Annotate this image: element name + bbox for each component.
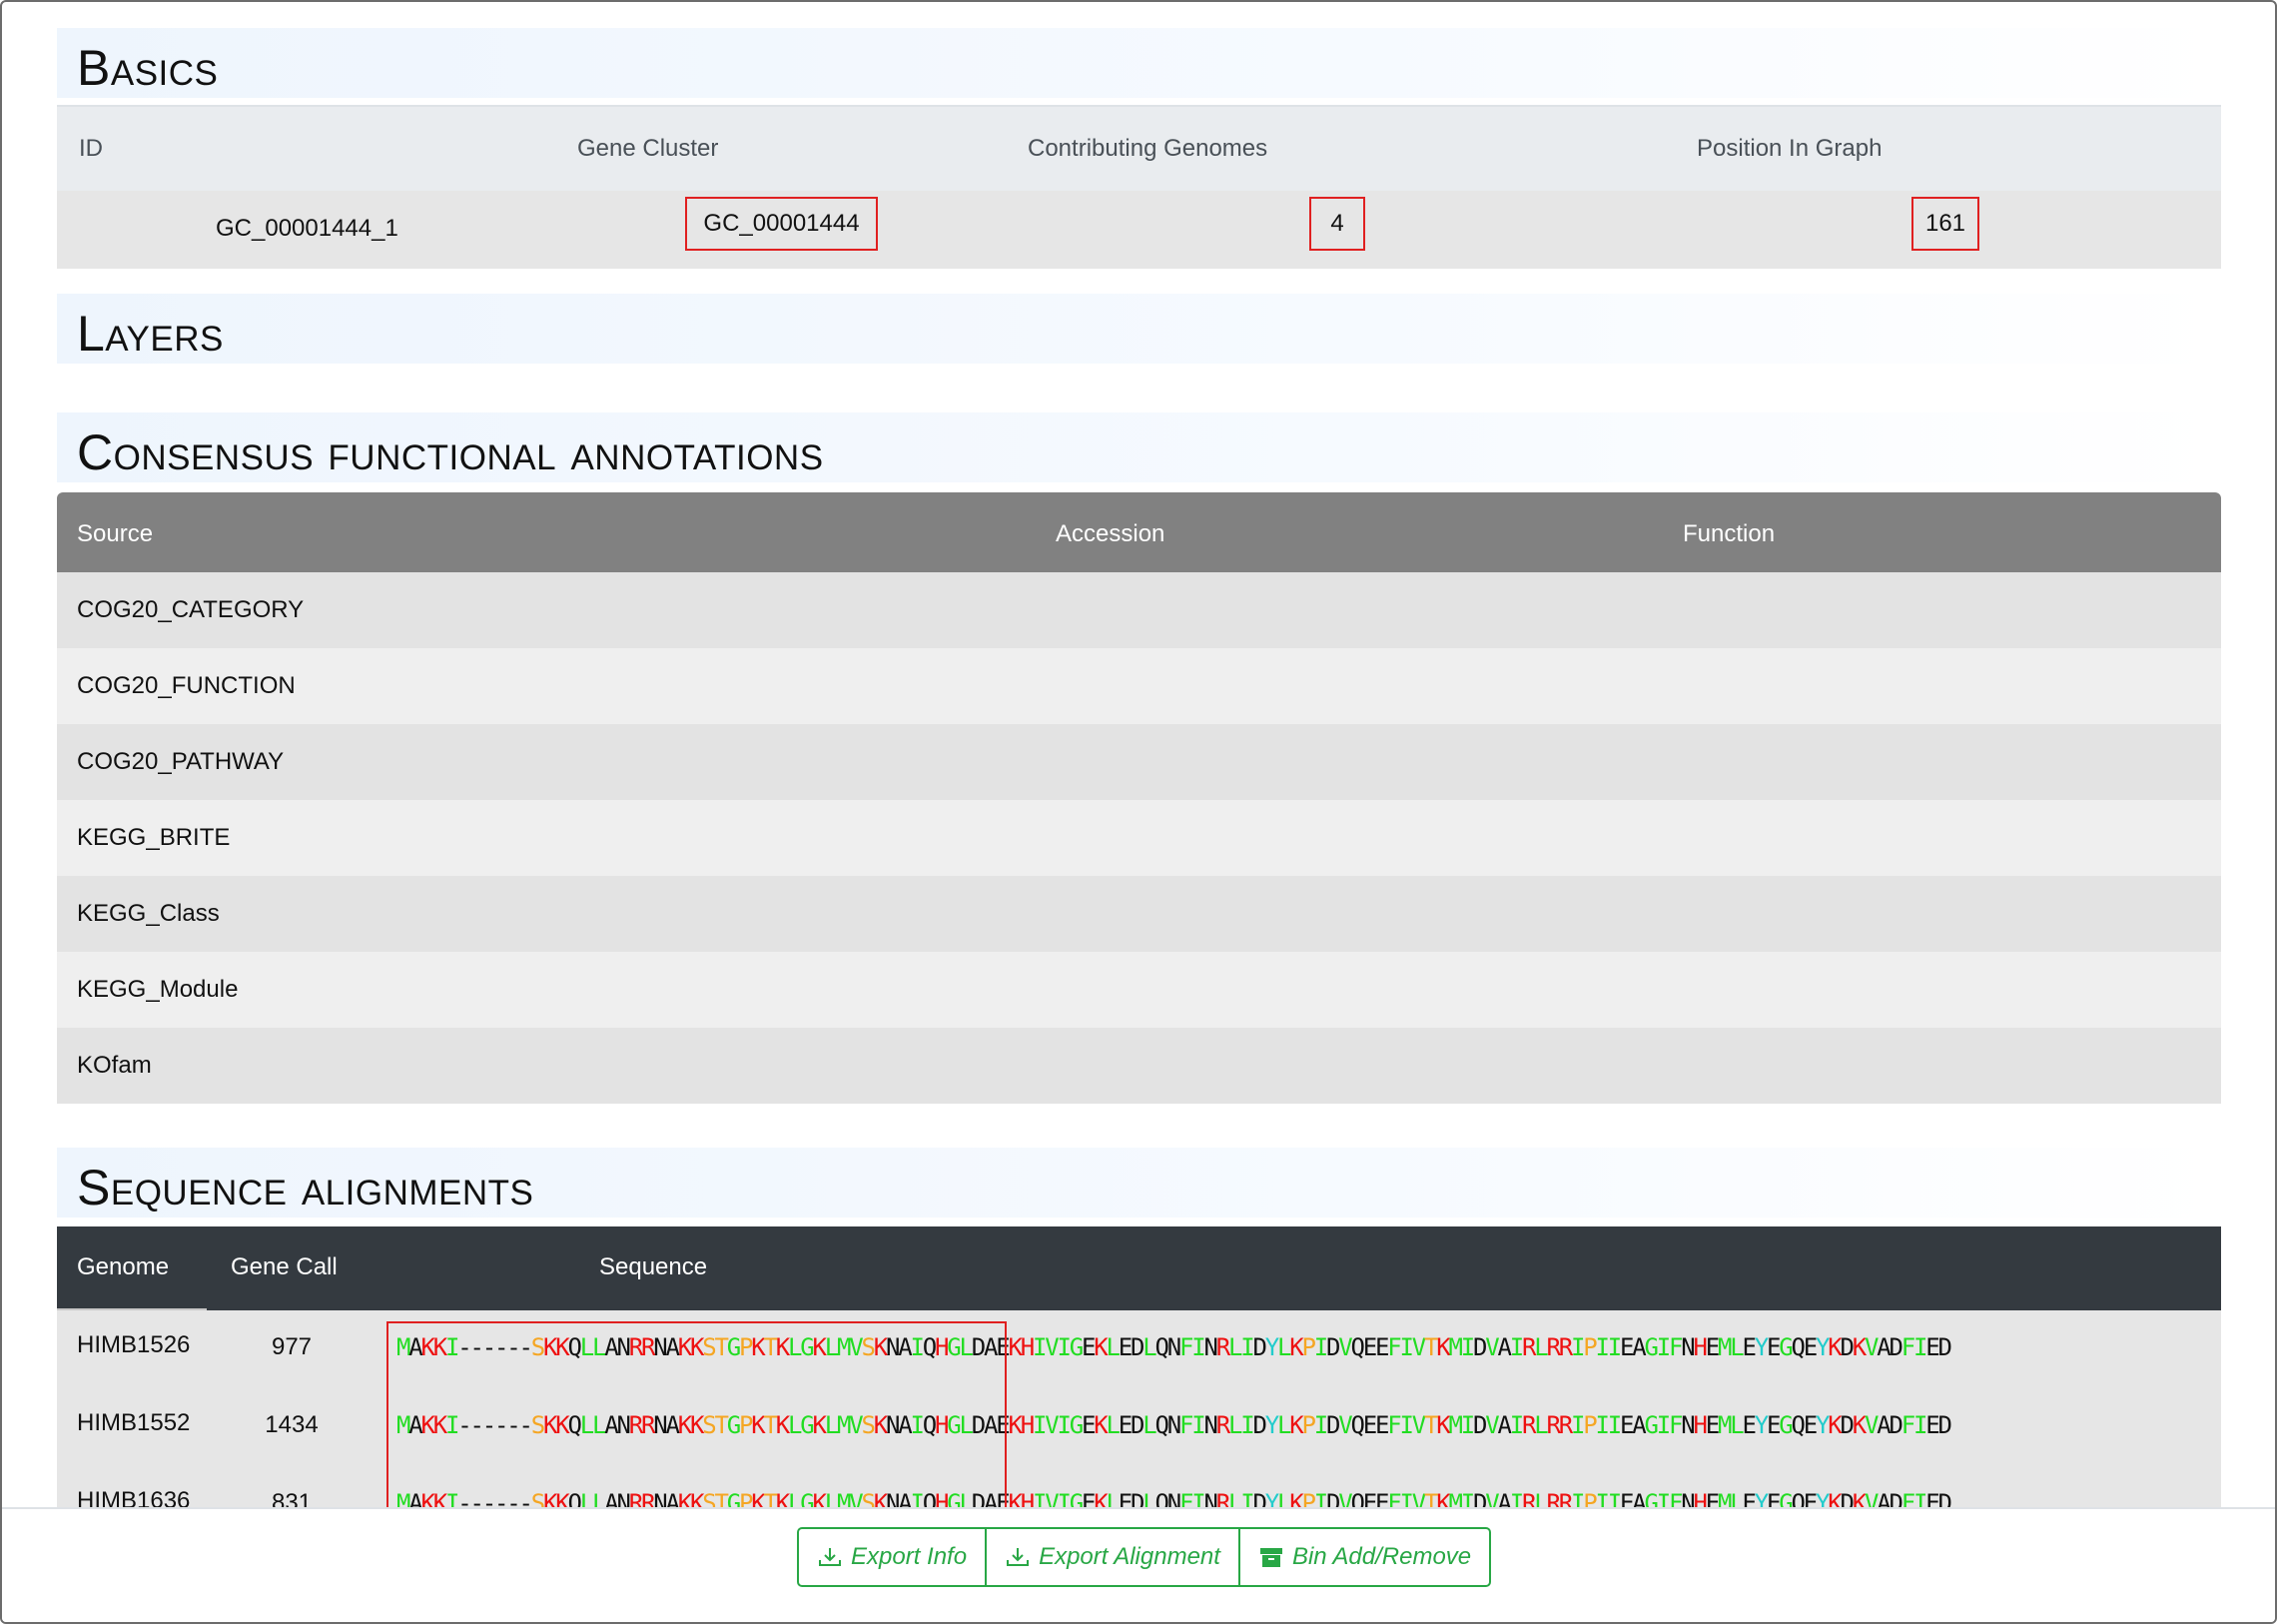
header-accession: Accession bbox=[1056, 520, 1165, 547]
basics-title: Basics bbox=[77, 40, 219, 96]
export-info-label: Export Info bbox=[851, 1543, 968, 1570]
alignments-title: Sequence alignments bbox=[77, 1160, 534, 1216]
consensus-row: KEGG_Class bbox=[57, 876, 2221, 952]
sequence-highlight-box bbox=[386, 1321, 1007, 1507]
gene-cluster-modal: Basics ID Gene Cluster Contributing Geno… bbox=[0, 0, 2277, 1624]
archive-icon bbox=[1259, 1548, 1282, 1567]
consensus-source: COG20_FUNCTION bbox=[77, 672, 296, 699]
bin-add-remove-button[interactable]: Bin Add/Remove bbox=[1237, 1527, 1492, 1587]
consensus-row: KEGG_Module bbox=[57, 952, 2221, 1028]
alignment-gene-call: 1434 bbox=[265, 1411, 319, 1438]
header-gene-cluster: Gene Cluster bbox=[577, 135, 719, 162]
consensus-source: KEGG_Module bbox=[77, 976, 239, 1003]
export-alignment-label: Export Alignment bbox=[1039, 1543, 1220, 1570]
consensus-source: KOfam bbox=[77, 1052, 152, 1079]
layers-section-header: Layers bbox=[57, 294, 2221, 364]
download-icon bbox=[819, 1548, 841, 1566]
alignment-gene-call: 831 bbox=[271, 1489, 313, 1507]
header-function: Function bbox=[1683, 520, 1776, 547]
consensus-source: KEGG_BRITE bbox=[77, 824, 231, 851]
alignment-row: HIMB1526 977 MAKKI------SKKQLLANRRNAKKST… bbox=[57, 1310, 2221, 1388]
consensus-row: KEGG_BRITE bbox=[57, 800, 2221, 876]
modal-footer: Export Info Export Alignment Bin Add/Rem… bbox=[2, 1507, 2275, 1622]
alignment-genome: HIMB1636 bbox=[77, 1487, 191, 1507]
alignment-gene-call: 977 bbox=[271, 1333, 313, 1360]
basics-section-header: Basics bbox=[57, 28, 2221, 98]
footer-button-group: Export Info Export Alignment Bin Add/Rem… bbox=[797, 1527, 1492, 1587]
layers-title: Layers bbox=[77, 306, 224, 362]
basics-header-row: ID Gene Cluster Contributing Genomes Pos… bbox=[57, 105, 2221, 191]
bin-add-remove-label: Bin Add/Remove bbox=[1291, 1543, 1472, 1570]
consensus-source: KEGG_Class bbox=[77, 900, 220, 927]
consensus-section-header: Consensus functional annotations bbox=[57, 412, 2221, 482]
header-source: Source bbox=[77, 520, 154, 547]
gene-cluster-value[interactable]: GC_00001444 bbox=[685, 197, 878, 251]
contributing-genomes-value[interactable]: 4 bbox=[1309, 197, 1365, 251]
consensus-source: COG20_PATHWAY bbox=[77, 748, 285, 775]
header-position-in-graph: Position In Graph bbox=[1697, 135, 1883, 162]
header-contributing-genomes: Contributing Genomes bbox=[1028, 135, 1268, 162]
position-in-graph-value[interactable]: 161 bbox=[1911, 197, 1979, 251]
alignments-section-header: Sequence alignments bbox=[57, 1148, 2221, 1218]
alignment-row: HIMB1552 1434 MAKKI------SKKQLLANRRNAKKS… bbox=[57, 1388, 2221, 1466]
export-info-button[interactable]: Export Info bbox=[797, 1527, 988, 1587]
basics-data-row: GC_00001444_1 bbox=[57, 191, 2221, 269]
header-sequence[interactable]: Sequence bbox=[599, 1253, 707, 1281]
consensus-row: COG20_FUNCTION bbox=[57, 648, 2221, 724]
header-genome[interactable]: Genome bbox=[77, 1253, 169, 1281]
consensus-row: KOfam bbox=[57, 1028, 2221, 1104]
alignment-genome: HIMB1526 bbox=[77, 1331, 191, 1358]
modal-body[interactable]: Basics ID Gene Cluster Contributing Geno… bbox=[2, 2, 2275, 1507]
alignments-header-row: Genome Gene Call Sequence bbox=[57, 1226, 2221, 1310]
gene-id-value: GC_00001444_1 bbox=[216, 215, 398, 242]
consensus-title: Consensus functional annotations bbox=[77, 424, 824, 480]
alignment-genome: HIMB1552 bbox=[77, 1409, 191, 1436]
consensus-row: COG20_PATHWAY bbox=[57, 724, 2221, 800]
header-id: ID bbox=[79, 135, 103, 162]
export-alignment-button[interactable]: Export Alignment bbox=[985, 1527, 1240, 1587]
consensus-row: COG20_CATEGORY bbox=[57, 572, 2221, 648]
header-gene-call[interactable]: Gene Call bbox=[231, 1253, 338, 1281]
consensus-source: COG20_CATEGORY bbox=[77, 596, 305, 623]
download-icon bbox=[1007, 1548, 1030, 1566]
consensus-header-row: Source Accession Function bbox=[57, 492, 2221, 572]
alignment-row: HIMB1636 831 MAKKI------SKKQLLANRRNAKKST… bbox=[57, 1466, 2221, 1507]
